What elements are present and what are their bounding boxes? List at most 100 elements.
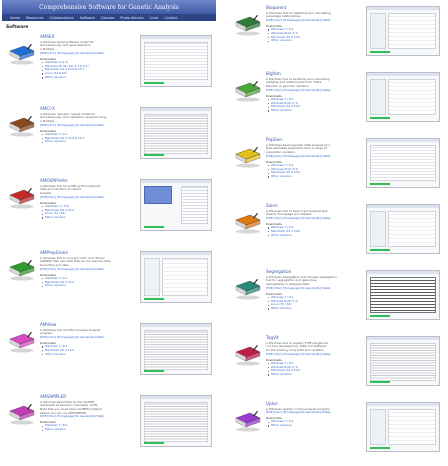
resource-links[interactable]: [EXE] [Doc] [Homepage] [Screenshots] [Da…: [40, 52, 132, 56]
software-screenshot[interactable]: [366, 6, 440, 56]
download-link[interactable]: Other versions: [266, 108, 358, 113]
software-screenshot[interactable]: [140, 35, 212, 87]
software-screenshot[interactable]: [366, 72, 440, 122]
download-link[interactable]: Other versions: [266, 423, 358, 428]
software-name-link[interactable]: AMCI-X: [40, 106, 132, 111]
software-screenshot[interactable]: [140, 323, 212, 375]
resource-links[interactable]: [EXE] [Doc] [Homepage] [Screenshots] [Da…: [40, 268, 132, 272]
screenshot-titlebar: [367, 271, 439, 274]
software-name-link[interactable]: Uplus: [266, 401, 358, 406]
screenshot-panel: [388, 409, 436, 445]
book-blue-icon[interactable]: [8, 43, 36, 65]
screenshot-sidebar: [370, 409, 386, 445]
software-name-link[interactable]: AMView: [40, 322, 132, 327]
nav-item[interactable]: Links: [150, 16, 159, 20]
resource-links[interactable]: [EXE] [Doc] [Homepage] [Screenshots] [Da…: [40, 124, 132, 128]
screenshot-progress: [370, 446, 390, 449]
nav-item[interactable]: Courses: [101, 16, 115, 20]
software-name-link[interactable]: TagVit: [266, 335, 358, 340]
site-banner: Comprehensive Software for Genetic Analy…: [2, 0, 216, 14]
screenshot-progress: [144, 81, 164, 84]
screenshot-panel: [162, 258, 208, 296]
screenshot-progress: [144, 369, 164, 372]
resource-links[interactable]: [EXE] [Doc] [Homepage] [Screenshots] [Da…: [266, 19, 358, 23]
download-link[interactable]: Other versions: [40, 283, 132, 288]
software-name-link[interactable]: PopGen: [266, 137, 358, 142]
nav-bar: Home Resources Collaborations Software Cours…: [2, 14, 216, 21]
nav-item[interactable]: Home: [10, 16, 20, 20]
download-link[interactable]: Other versions: [40, 75, 132, 80]
resource-links[interactable]: [EXE] [Doc] [Homepage] [Screenshots] [Da…: [266, 155, 358, 159]
screenshot-titlebar: [141, 108, 211, 111]
nav-item[interactable]: Collaborations: [49, 16, 73, 20]
download-link[interactable]: Other versions: [40, 139, 132, 144]
book-magenta-icon[interactable]: [8, 403, 36, 425]
book-orange-icon[interactable]: [234, 212, 262, 234]
nav-item[interactable]: Photo Albums: [120, 16, 143, 20]
screenshot-titlebar: [367, 73, 439, 76]
software-screenshot[interactable]: [366, 270, 440, 320]
software-screenshot[interactable]: [366, 204, 440, 254]
software-screenshot[interactable]: [366, 138, 440, 188]
software-description: Bioparent A Windows tool for detecting an…: [266, 5, 358, 43]
software-screenshot[interactable]: [140, 107, 212, 159]
resource-links[interactable]: [EXE] [Doc] [Homepage] [Screenshots] [Da…: [266, 411, 358, 415]
resource-links[interactable]: [EXE] [Doc] [Homepage] [Screenshots] [Da…: [40, 196, 132, 200]
resource-links[interactable]: [EXE] [Doc] [Homepage] [Screenshots] [Da…: [266, 217, 358, 221]
software-name-link[interactable]: AMPrepGenie: [40, 250, 132, 255]
software-name-link[interactable]: Segregation: [266, 269, 358, 274]
book-green-icon[interactable]: [8, 259, 36, 281]
software-screenshot[interactable]: [140, 251, 212, 303]
software-name-link[interactable]: Bioparent: [266, 5, 358, 10]
software-entry: AMCI-X A Windows "Genetic" based model fo…: [2, 103, 216, 169]
screenshot-grid: [370, 145, 436, 181]
book-purple-icon[interactable]: [234, 410, 262, 432]
resource-links[interactable]: [EXE] [Doc] [Homepage] [Screenshots] [Da…: [40, 415, 132, 419]
book-green-icon[interactable]: [234, 80, 262, 102]
software-name-link[interactable]: Bigfam: [266, 71, 358, 76]
software-description: AMSAMPLER A Windows-based Mac to the CLUM…: [40, 394, 132, 432]
software-screenshot[interactable]: [366, 402, 440, 452]
software-screenshot[interactable]: [140, 395, 212, 447]
screenshot-sidebar: [370, 13, 386, 49]
software-screenshot[interactable]: [366, 336, 440, 386]
software-name-link[interactable]: AMSEX: [40, 34, 132, 39]
nav-item[interactable]: Contact: [164, 16, 177, 20]
download-link[interactable]: Other versions: [40, 215, 132, 220]
download-link[interactable]: Other versions: [266, 174, 358, 179]
screenshot-titlebar: [141, 36, 211, 39]
software-screenshot[interactable]: [140, 179, 212, 231]
book-red-icon[interactable]: [8, 187, 36, 209]
book-brown-icon[interactable]: [8, 115, 36, 137]
book-pink-icon[interactable]: [8, 331, 36, 353]
resource-links[interactable]: [EXE] [Doc] [Homepage] [Screenshots] [Da…: [266, 287, 358, 291]
nav-item[interactable]: Resources: [26, 16, 43, 20]
software-description: Segregation A Windows segregation and Chi…: [266, 269, 358, 311]
resource-links[interactable]: [EXE] [Doc] [Homepage] [Screenshots] [Da…: [40, 336, 132, 340]
download-link[interactable]: Other versions: [266, 233, 358, 238]
book-teal-icon[interactable]: [234, 278, 262, 300]
software-entry: Bioparent A Windows tool for detecting an…: [228, 2, 442, 64]
software-name-link[interactable]: AMSAMPLER: [40, 394, 132, 399]
screenshot-progress: [144, 225, 164, 228]
screenshot-panel: [388, 79, 436, 115]
book-darkgreen-icon[interactable]: [234, 14, 262, 36]
software-description: TagVit A Windows tool to repeat (TYPE) ta…: [266, 335, 358, 377]
screenshot-titlebar: [367, 139, 439, 142]
book-crimson-icon[interactable]: [234, 344, 262, 366]
download-link[interactable]: Other versions: [266, 39, 358, 43]
download-link[interactable]: Other versions: [266, 372, 358, 377]
download-link[interactable]: Other versions: [266, 306, 358, 311]
book-yellow-icon[interactable]: [234, 146, 262, 168]
software-description: Saimi A Windows tool to search and analys…: [266, 203, 358, 237]
resource-links[interactable]: [EXE] [Doc] [Homepage] [Screenshots] [Da…: [266, 353, 358, 357]
download-link[interactable]: Other versions: [40, 352, 132, 357]
screenshot-progress: [370, 182, 390, 185]
nav-item[interactable]: Software: [80, 16, 95, 20]
software-name-link[interactable]: Saimi: [266, 203, 358, 208]
software-name-link[interactable]: AMOVAPrefer: [40, 178, 132, 183]
screenshot-panel: [388, 13, 436, 49]
download-link[interactable]: Other versions: [40, 427, 132, 432]
resource-links[interactable]: [EXE] [Doc] [Homepage] [Screenshots] [Da…: [266, 89, 358, 93]
right-column: Bioparent A Windows tool for detecting an…: [228, 0, 442, 466]
